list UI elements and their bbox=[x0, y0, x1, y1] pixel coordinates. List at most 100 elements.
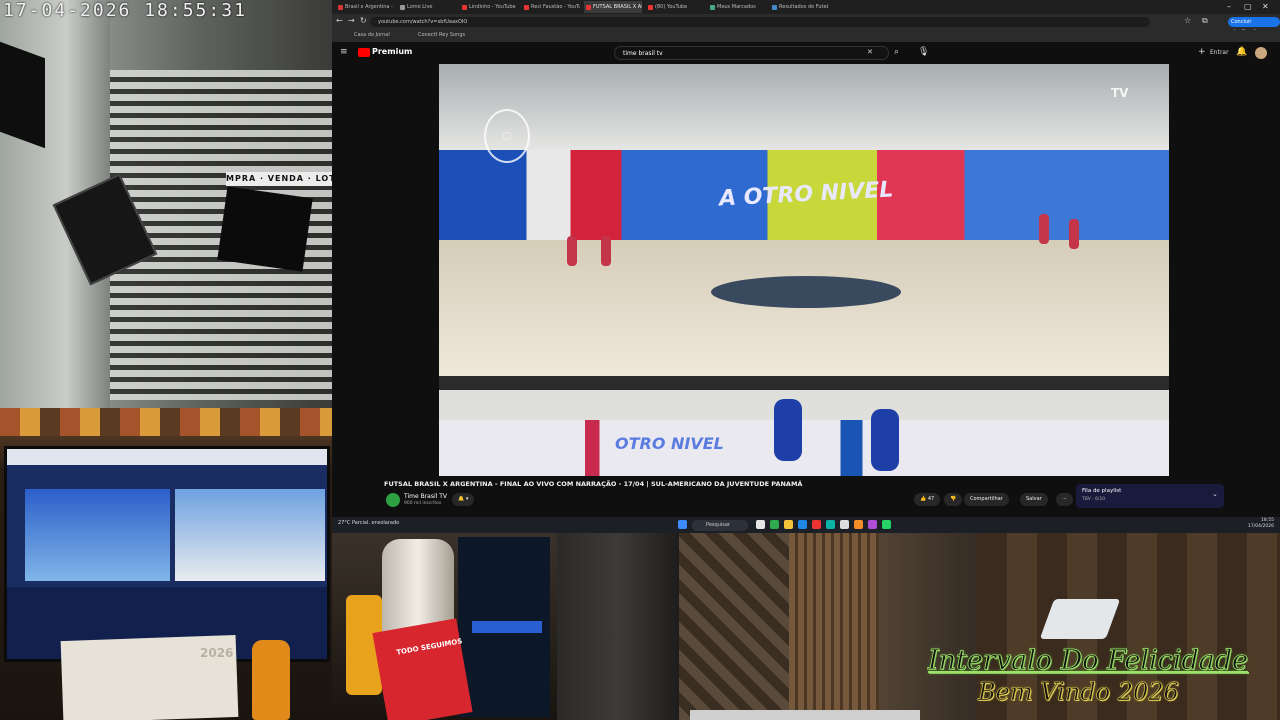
signin-button[interactable]: Entrar bbox=[1210, 49, 1229, 56]
app-icon[interactable] bbox=[882, 520, 891, 529]
update-button[interactable]: Concluir atualização bbox=[1228, 17, 1280, 35]
center-circle bbox=[711, 276, 901, 308]
browser-tab[interactable]: Resultados de Futebol bbox=[770, 1, 828, 13]
arena-roof bbox=[439, 64, 1169, 154]
minimize-icon[interactable]: – bbox=[1227, 2, 1231, 11]
playlist-subtitle: TBV · 6/10 bbox=[1082, 497, 1106, 502]
tapestry bbox=[679, 533, 789, 720]
notification-bell-button[interactable]: 🔔 ▾ bbox=[452, 493, 475, 506]
browser-tab[interactable]: Lindinho - YouTube bbox=[460, 1, 518, 13]
notifications-icon[interactable]: 🔔 bbox=[1236, 47, 1247, 57]
tv-mount-right bbox=[217, 186, 313, 272]
app-icon[interactable] bbox=[756, 520, 765, 529]
wooden-door bbox=[789, 533, 879, 720]
browser-tab[interactable]: Brasil x Argentina - Futsal bbox=[336, 1, 394, 13]
taskbar-date: 17/04/2026 bbox=[1248, 524, 1274, 529]
timestamp-overlay: 17-04-2026 18:55:31 bbox=[3, 0, 247, 21]
search-icon[interactable]: ⌕ bbox=[894, 47, 899, 57]
olympic-watermark-icon: ◯ bbox=[484, 109, 530, 163]
ad-board-text: OTRO NIVEL bbox=[615, 434, 724, 453]
browser-window: Brasil x Argentina - Futsal Lomo Live Lind… bbox=[332, 0, 1280, 533]
folder-icon[interactable] bbox=[784, 520, 793, 529]
share-button[interactable]: Compartilhar bbox=[964, 493, 1009, 506]
address-bar-row: ← → ↻ youtube.com/watch?v=xbfUaaxOIO ☆ ⧉… bbox=[332, 14, 1280, 35]
video-title: FUTSAL BRASIL X ARGENTINA - FINAL AO VIV… bbox=[384, 480, 803, 488]
chrome-icon[interactable] bbox=[770, 520, 779, 529]
shelf bbox=[0, 408, 332, 436]
monitor-browser-bar bbox=[7, 449, 327, 465]
court-sideline bbox=[439, 376, 1169, 390]
app-icon[interactable] bbox=[868, 520, 877, 529]
video-player[interactable]: A OTRO NIVEL OTRO NIVEL ◯ TV bbox=[439, 64, 1169, 476]
overlay-title: Intervalo Do Felicidade bbox=[928, 645, 1249, 677]
bookmark-item[interactable]: Conectt Rey Songs bbox=[418, 32, 465, 38]
maximize-icon[interactable]: ▢ bbox=[1244, 2, 1252, 11]
like-button[interactable]: 👍 47 bbox=[914, 493, 941, 506]
toy-figure bbox=[252, 640, 290, 720]
chevron-down-icon[interactable]: ⌄ bbox=[1212, 490, 1218, 498]
back-icon[interactable]: ← bbox=[336, 16, 343, 25]
app-icon[interactable] bbox=[854, 520, 863, 529]
youtube-logo-icon[interactable] bbox=[358, 48, 370, 57]
red-book bbox=[372, 618, 473, 720]
desk-monitor bbox=[4, 446, 330, 662]
channel-avatar[interactable] bbox=[386, 493, 400, 507]
left-camera-feed: MPRA · VENDA · LOT bbox=[0, 0, 332, 408]
playlist-title: Fila de playlist bbox=[1082, 488, 1122, 494]
subscriber-count: 900 mil inscritos bbox=[404, 501, 442, 506]
extensions-icon[interactable]: ⧉ bbox=[1202, 16, 1208, 26]
player bbox=[1069, 219, 1079, 249]
create-icon[interactable]: + bbox=[1198, 47, 1206, 57]
menu-icon[interactable]: ≡ bbox=[340, 47, 348, 57]
weather-widget[interactable]: 27°C Parcial. ensolarado bbox=[338, 520, 399, 526]
search-input[interactable]: time brasil tv bbox=[614, 46, 889, 60]
court-floor bbox=[439, 240, 1169, 380]
player bbox=[601, 236, 611, 266]
like-count: 47 bbox=[927, 496, 935, 502]
taskbar-search[interactable]: Pesquisar bbox=[692, 520, 748, 531]
bookmark-star-icon[interactable]: ☆ bbox=[1184, 16, 1191, 25]
player bbox=[567, 236, 577, 266]
desk-camera-feed: 2026 bbox=[0, 408, 332, 720]
app-icon[interactable] bbox=[840, 520, 849, 529]
monitor-video-pane bbox=[25, 489, 170, 581]
player bbox=[1039, 214, 1049, 244]
browser-tab[interactable]: Lomo Live bbox=[398, 1, 456, 13]
reload-icon[interactable]: ↻ bbox=[360, 16, 367, 25]
speaker bbox=[0, 41, 45, 149]
app-icon[interactable] bbox=[812, 520, 821, 529]
monitor-camera-pane bbox=[175, 489, 325, 581]
bookmark-item[interactable]: Casa do Jornal bbox=[354, 32, 390, 38]
clear-search-icon[interactable]: ✕ bbox=[867, 48, 873, 56]
staff-member bbox=[871, 409, 899, 471]
monitor-highlight bbox=[472, 621, 542, 633]
avatar[interactable] bbox=[1255, 47, 1267, 59]
tab-bar: Brasil x Argentina - Futsal Lomo Live Lind… bbox=[332, 0, 1280, 14]
browser-tab[interactable]: (80) YouTube bbox=[646, 1, 704, 13]
save-button[interactable]: Salvar bbox=[1020, 493, 1048, 506]
app-icon[interactable] bbox=[826, 520, 835, 529]
youtube-brand[interactable]: Premium bbox=[372, 47, 412, 56]
forward-icon[interactable]: → bbox=[348, 16, 355, 25]
youtube-header: ≡ Premium time brasil tv ✕ ⌕ 🎙 + Entrar … bbox=[332, 42, 1280, 64]
start-icon[interactable] bbox=[678, 520, 687, 529]
browser-tab[interactable]: Reci Faustão - YouTube bbox=[522, 1, 580, 13]
url-input[interactable]: youtube.com/watch?v=xbfUaaxOIO bbox=[370, 17, 1150, 27]
shop-sign: MPRA · VENDA · LOT bbox=[226, 172, 332, 186]
browser-tab[interactable]: Meus Marcados bbox=[708, 1, 766, 13]
curtain bbox=[557, 533, 679, 720]
staff-member bbox=[774, 399, 802, 461]
dislike-button[interactable]: 👎 bbox=[944, 493, 963, 506]
middle-camera-feed: TODO SEGUIMOS bbox=[332, 533, 557, 720]
edge-icon[interactable] bbox=[798, 520, 807, 529]
channel-name[interactable]: Time Brasil TV bbox=[404, 493, 447, 500]
browser-tab[interactable]: FUTSAL BRASIL X ARG bbox=[584, 1, 642, 13]
close-icon[interactable]: ✕ bbox=[1262, 2, 1269, 11]
taskbar-clock[interactable]: 18:55 17/04/2026 bbox=[1248, 518, 1274, 530]
more-button[interactable]: ··· bbox=[1056, 493, 1073, 506]
paper-date: 2026 bbox=[200, 646, 234, 660]
channel-watermark-icon: TV bbox=[1111, 86, 1129, 100]
overlay-subtitle: Bem Vindo 2026 bbox=[978, 678, 1179, 707]
ad-boards bbox=[439, 420, 1169, 476]
mic-icon[interactable]: 🎙 bbox=[918, 47, 929, 57]
